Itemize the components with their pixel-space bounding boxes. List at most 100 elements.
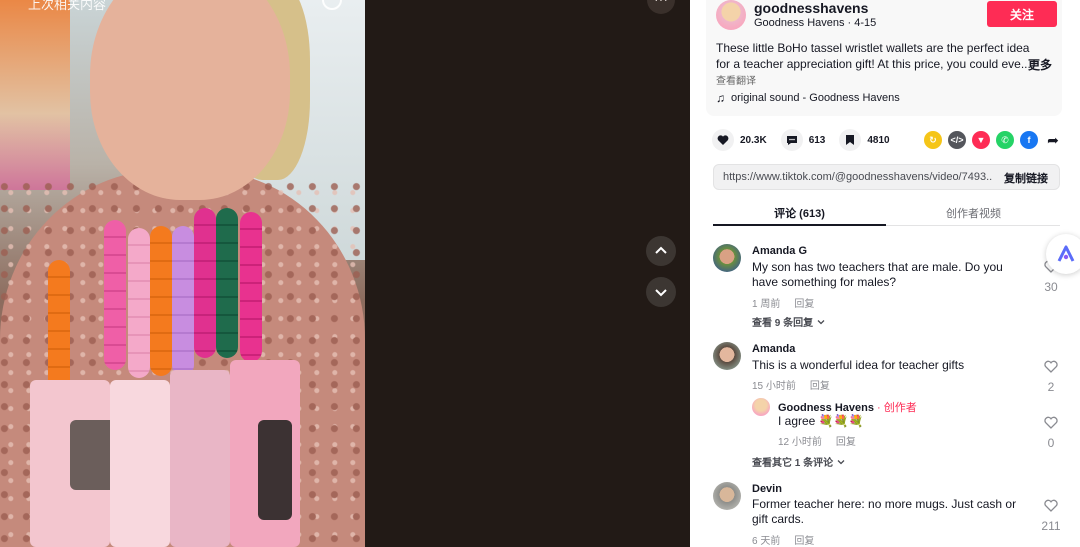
comment-like-button[interactable]: 211 <box>1039 499 1063 533</box>
view-more-replies-label: 查看其它 1 条评论 <box>752 458 834 469</box>
reply-like-count: 0 <box>1047 436 1055 450</box>
comment-like-button[interactable]: 2 <box>1039 360 1063 394</box>
more-options-label: ··· <box>654 0 668 7</box>
bangle-green <box>216 208 238 358</box>
active-tab-indicator <box>713 224 886 226</box>
chevron-up-icon <box>655 246 667 254</box>
embed-icon[interactable]: </> <box>948 131 966 149</box>
comment-text: My son has two teachers that are male. D… <box>752 260 1003 289</box>
tab-comments[interactable]: 评论 (613) <box>713 205 886 221</box>
bangle-orange-2 <box>150 226 172 376</box>
like-count: 20.3K <box>740 134 767 146</box>
like-button[interactable]: 20.3K <box>712 129 767 151</box>
author-username[interactable]: goodnesshavens <box>754 0 868 16</box>
whatsapp-icon[interactable]: ✆ <box>996 131 1014 149</box>
reply-author-name[interactable]: Goodness Havens · 创作者 <box>778 399 917 415</box>
save-count: 4810 <box>867 134 890 146</box>
background-decor <box>0 0 70 190</box>
commenter-avatar[interactable] <box>713 482 741 510</box>
wallet-tassel <box>258 420 292 520</box>
comment-text: Former teacher here: no more mugs. Just … <box>752 497 1017 526</box>
comment-time: 15 小时前 <box>752 381 796 392</box>
comment-like-count: 30 <box>1044 280 1058 294</box>
reply-meta: 12 小时前 回复 <box>778 433 856 448</box>
share-icons: ↻ </> ▼ ✆ f ➦ <box>924 131 1062 149</box>
music-note-icon: ♫ <box>716 91 725 105</box>
description-more-link[interactable]: 更多 <box>1028 56 1052 73</box>
commenter-name[interactable]: Devin <box>752 483 782 495</box>
creator-badge: · 创作者 <box>877 402 917 414</box>
comment-meta: 15 小时前 回复 <box>752 377 830 392</box>
video-link-url[interactable]: https://www.tiktok.com/@goodnesshavens/v… <box>723 171 993 183</box>
reply-text: I agree 💐💐💐 <box>778 414 864 428</box>
author-nickname-date: Goodness Havens · 4-15 <box>754 17 877 29</box>
wallet-floral-2 <box>110 380 170 547</box>
follow-button[interactable]: 关注 <box>987 1 1057 27</box>
comment-icon <box>780 129 803 151</box>
reply-time: 12 小时前 <box>778 437 822 448</box>
comment-like-count: 2 <box>1047 380 1055 394</box>
heart-icon <box>712 129 734 151</box>
wallet-floral-3 <box>170 370 230 547</box>
bangle-hot-pink <box>240 212 262 362</box>
heart-outline-icon <box>1044 416 1058 429</box>
author-avatar[interactable] <box>716 0 746 30</box>
reply-button[interactable]: 回复 <box>794 532 814 547</box>
comment-meta: 1 周前 回复 <box>752 295 814 310</box>
link-box: https://www.tiktok.com/@goodnesshavens/v… <box>713 164 1060 190</box>
heart-outline-icon <box>1044 499 1058 512</box>
comment-count: 613 <box>808 134 826 146</box>
action-bar: 20.3K 613 4810 <box>712 129 904 151</box>
bangle-pink <box>104 220 126 370</box>
facebook-icon[interactable]: f <box>1020 131 1038 149</box>
comment-time: 1 周前 <box>752 299 781 310</box>
reply-author: Goodness Havens <box>778 402 874 414</box>
comment-like-count: 211 <box>1041 519 1061 533</box>
translate-link[interactable]: 查看翻译 <box>716 72 756 87</box>
video-frame: 上次相关内容 <box>0 0 365 547</box>
reply-button[interactable]: 回复 <box>794 295 814 310</box>
panel-tabs: 评论 (613) 创作者视频 <box>713 198 1060 226</box>
comment-time: 6 天前 <box>752 536 781 547</box>
heart-outline-icon <box>1044 360 1058 373</box>
bangle-light-pink <box>128 228 150 378</box>
commenter-avatar[interactable] <box>713 244 741 272</box>
view-replies-label: 查看 9 条回复 <box>752 318 814 329</box>
repost-icon[interactable]: ↻ <box>924 131 942 149</box>
reply-like-button[interactable]: 0 <box>1039 416 1063 450</box>
share-arrow-icon[interactable]: ➦ <box>1044 131 1062 149</box>
details-panel: goodnesshavens Goodness Havens · 4-15 关注… <box>690 0 1080 547</box>
reply-button[interactable]: 回复 <box>836 433 856 448</box>
bangle-magenta <box>194 208 216 358</box>
view-more-replies-button[interactable]: 查看其它 1 条评论 <box>752 454 845 469</box>
bookmark-icon <box>839 129 862 151</box>
save-button[interactable]: 4810 <box>839 129 890 151</box>
chevron-down-icon <box>817 319 825 324</box>
comment-button[interactable]: 613 <box>780 129 826 151</box>
commenter-avatar[interactable] <box>713 342 741 370</box>
next-video-button[interactable] <box>646 277 676 307</box>
sound-name: original sound - Goodness Havens <box>731 92 900 104</box>
copy-link-button[interactable]: 复制链接 <box>1004 170 1048 186</box>
commenter-name[interactable]: Amanda G <box>752 245 807 257</box>
comment-text: This is a wonderful idea for teacher gif… <box>752 358 965 372</box>
video-description: These little BoHo tassel wristlet wallet… <box>716 41 1031 71</box>
video-overlay-text: 上次相关内容 <box>28 0 107 12</box>
view-replies-button[interactable]: 查看 9 条回复 <box>752 314 825 329</box>
comment-meta: 6 天前 回复 <box>752 532 814 547</box>
assistant-float-button[interactable] <box>1046 234 1080 274</box>
sound-link[interactable]: ♫ original sound - Goodness Havens <box>716 91 900 105</box>
assistant-logo-icon <box>1057 245 1075 262</box>
more-options-button[interactable]: ··· <box>647 0 675 14</box>
chevron-down-icon <box>655 289 667 297</box>
video-player[interactable]: 上次相关内容 ··· <box>0 0 690 547</box>
person-face <box>90 0 290 200</box>
commenter-name[interactable]: Amanda <box>752 343 795 355</box>
send-icon[interactable]: ▼ <box>972 131 990 149</box>
tab-creator-videos[interactable]: 创作者视频 <box>887 205 1060 221</box>
reply-avatar[interactable] <box>752 398 770 416</box>
previous-video-button[interactable] <box>646 236 676 266</box>
bangle-lavender <box>172 226 194 376</box>
chevron-down-icon <box>837 459 845 464</box>
reply-button[interactable]: 回复 <box>810 377 830 392</box>
